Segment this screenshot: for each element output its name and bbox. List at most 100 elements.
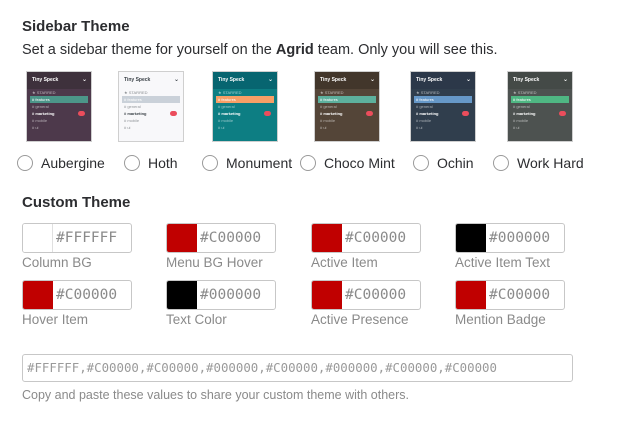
theme-preview-work-hard[interactable]: Tiny Speck ⌄ ★ STARRED # features # general #…: [507, 71, 573, 142]
color-swatch[interactable]: [456, 281, 486, 309]
color-input-active-presence[interactable]: #C00000: [311, 280, 421, 310]
radio-hoth[interactable]: Hoth: [124, 153, 178, 173]
preview-channel: # marketing: [213, 110, 277, 117]
preview-channel: # features: [30, 96, 88, 103]
color-value[interactable]: #FFFFFF: [53, 224, 131, 252]
preview-channel: ★ STARRED: [513, 90, 537, 95]
color-label: Text Color: [166, 312, 227, 327]
preview-channel: ★ STARRED: [416, 90, 440, 95]
preview-workspace-name: Tiny Speck ⌄: [119, 72, 183, 89]
color-label: Column BG: [22, 255, 92, 270]
preview-channel: # general: [416, 104, 433, 109]
preview-channel: # mobile: [320, 118, 336, 123]
preview-channel: # mobile: [32, 118, 48, 123]
color-input-active-item-text[interactable]: #000000: [455, 223, 565, 253]
preview-channel: ★ STARRED: [32, 90, 56, 95]
radio-label: Aubergine: [41, 155, 105, 171]
preview-channel: # mobile: [416, 118, 432, 123]
color-label: Active Item: [311, 255, 378, 270]
color-value[interactable]: #C00000: [342, 224, 420, 252]
radio-label: Hoth: [148, 155, 178, 171]
preview-workspace-name: Tiny Speck ⌄: [508, 72, 572, 89]
color-value[interactable]: #000000: [197, 281, 275, 309]
mention-badge-icon: [366, 111, 373, 116]
mention-badge-icon: [264, 111, 271, 116]
color-swatch[interactable]: [23, 224, 53, 252]
chevron-down-icon: ⌄: [369, 77, 375, 83]
preview-channel: # marketing: [315, 110, 379, 117]
mention-badge-icon: [559, 111, 566, 116]
color-input-active-item[interactable]: #C00000: [311, 223, 421, 253]
preview-channel: # mobile: [218, 118, 234, 123]
color-swatch[interactable]: [167, 224, 197, 252]
theme-string-hint: Copy and paste these values to share you…: [22, 388, 410, 402]
preview-channel: # marketing: [119, 110, 183, 117]
preview-channel: # ui: [513, 125, 520, 130]
preview-channel: # marketing: [27, 110, 91, 117]
mention-badge-icon: [78, 111, 85, 116]
preview-channel: # general: [320, 104, 337, 109]
sidebar-theme-title: Sidebar Theme: [22, 18, 130, 35]
radio-choco-mint[interactable]: Choco Mint: [300, 153, 395, 173]
theme-preview-ochin[interactable]: Tiny Speck ⌄ ★ STARRED # features # general #…: [410, 71, 476, 142]
radio-ochin[interactable]: Ochin: [413, 153, 474, 173]
radio-label: Monument: [226, 155, 293, 171]
color-input-text-color[interactable]: #000000: [166, 280, 276, 310]
color-input-hover-item[interactable]: #C00000: [22, 280, 132, 310]
color-swatch[interactable]: [312, 224, 342, 252]
preview-channel: # features: [318, 96, 376, 103]
preview-channel: ★ STARRED: [320, 90, 344, 95]
mention-badge-icon: [462, 111, 469, 116]
radio-button[interactable]: [202, 155, 218, 171]
mention-badge-icon: [170, 111, 177, 116]
radio-button[interactable]: [17, 155, 33, 171]
preview-workspace-name: Tiny Speck ⌄: [27, 72, 91, 89]
theme-preview-monument[interactable]: Tiny Speck ⌄ ★ STARRED # features # general #…: [212, 71, 278, 142]
radio-label: Ochin: [437, 155, 474, 171]
color-swatch[interactable]: [23, 281, 53, 309]
preview-channel: # ui: [416, 125, 423, 130]
color-label: Active Presence: [311, 312, 409, 327]
theme-string-input[interactable]: #FFFFFF,#C00000,#C00000,#000000,#C00000,…: [22, 354, 573, 382]
radio-label: Choco Mint: [324, 155, 395, 171]
radio-button[interactable]: [124, 155, 140, 171]
custom-theme-title: Custom Theme: [22, 194, 131, 211]
color-label: Mention Badge: [455, 312, 546, 327]
chevron-down-icon: ⌄: [267, 77, 273, 83]
chevron-down-icon: ⌄: [465, 77, 471, 83]
color-swatch[interactable]: [456, 224, 486, 252]
preview-channel: # ui: [218, 125, 225, 130]
color-value[interactable]: #C00000: [342, 281, 420, 309]
preview-workspace-name: Tiny Speck ⌄: [213, 72, 277, 89]
preview-channel: # mobile: [124, 118, 140, 123]
radio-work-hard[interactable]: Work Hard: [493, 153, 584, 173]
preview-channel: # marketing: [508, 110, 572, 117]
color-value[interactable]: #C00000: [486, 281, 564, 309]
color-input-column-bg[interactable]: #FFFFFF: [22, 223, 132, 253]
radio-aubergine[interactable]: Aubergine: [17, 153, 105, 173]
theme-preview-aubergine[interactable]: Tiny Speck ⌄ ★ STARRED # features # general #…: [26, 71, 92, 142]
color-label: Active Item Text: [455, 255, 551, 270]
color-value[interactable]: #C00000: [53, 281, 131, 309]
radio-monument[interactable]: Monument: [202, 153, 292, 173]
color-swatch[interactable]: [312, 281, 342, 309]
radio-button[interactable]: [300, 155, 316, 171]
preview-channel: # general: [32, 104, 49, 109]
preview-channel: # general: [124, 104, 141, 109]
preview-channel: # general: [513, 104, 530, 109]
color-value[interactable]: #000000: [486, 224, 564, 252]
color-input-menu-bg-hover[interactable]: #C00000: [166, 223, 276, 253]
preview-channel: ★ STARRED: [218, 90, 242, 95]
theme-preview-choco-mint[interactable]: Tiny Speck ⌄ ★ STARRED # features # general #…: [314, 71, 380, 142]
theme-preview-hoth[interactable]: Tiny Speck ⌄ ★ STARRED # features # general #…: [118, 71, 184, 142]
color-swatch[interactable]: [167, 281, 197, 309]
radio-button[interactable]: [493, 155, 509, 171]
subtitle-suffix: team. Only you will see this.: [313, 42, 498, 58]
color-value[interactable]: #C00000: [197, 224, 275, 252]
color-input-mention-badge[interactable]: #C00000: [455, 280, 565, 310]
radio-button[interactable]: [413, 155, 429, 171]
preview-channel: ★ STARRED: [124, 90, 148, 95]
preview-workspace-name: Tiny Speck ⌄: [411, 72, 475, 89]
preview-channel: # features: [216, 96, 274, 103]
preview-workspace-name: Tiny Speck ⌄: [315, 72, 379, 89]
